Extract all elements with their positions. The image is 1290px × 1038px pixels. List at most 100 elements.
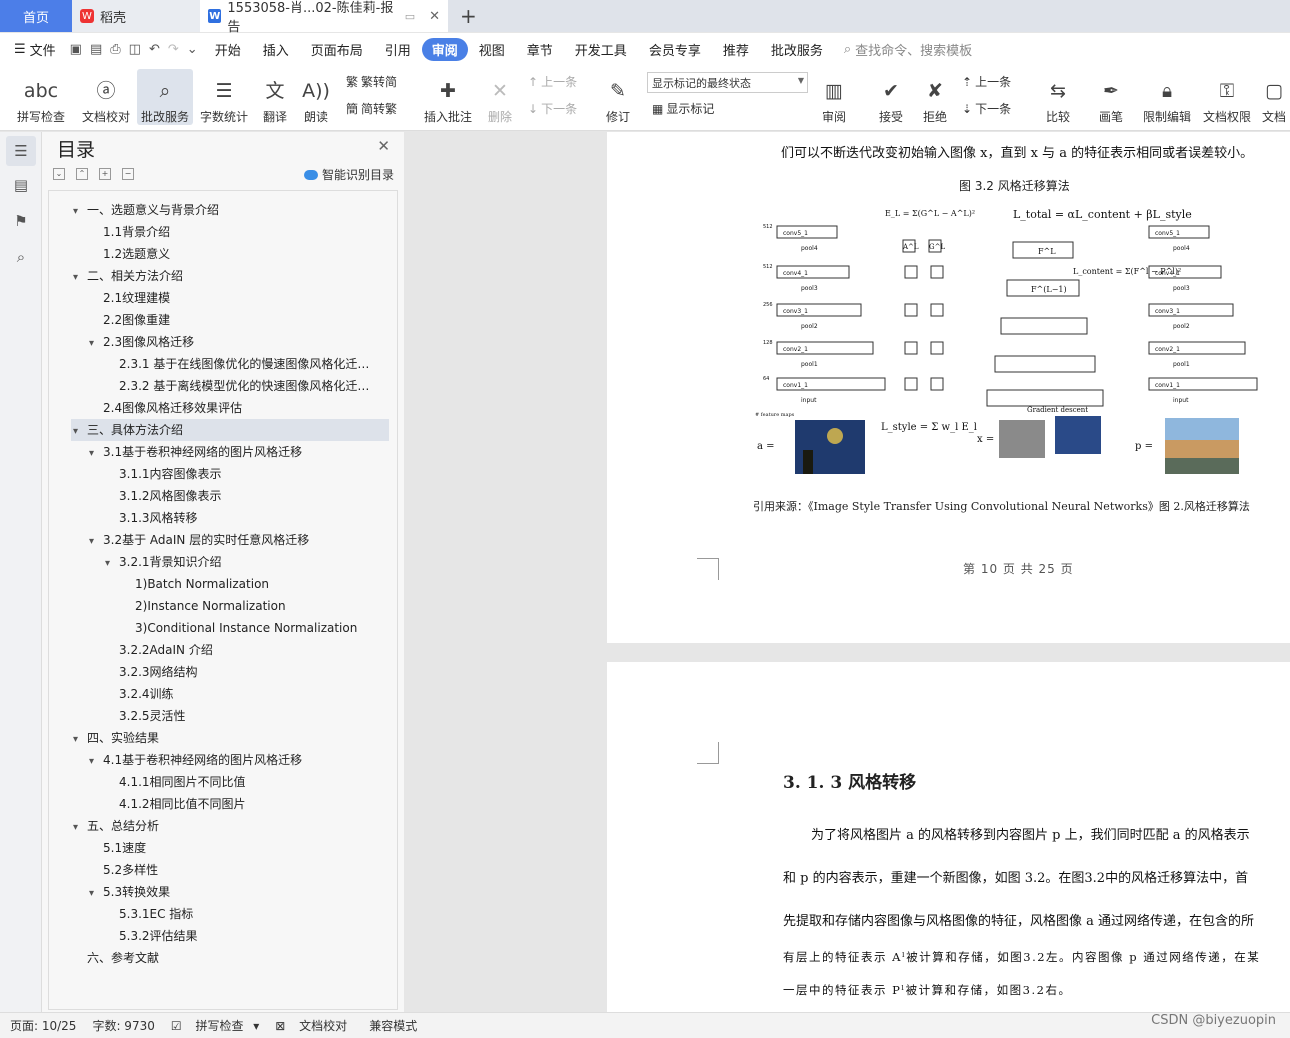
menu-correct-service[interactable]: 批改服务: [760, 38, 834, 61]
spell-check-button[interactable]: abc 拼写检查: [10, 69, 72, 125]
smart-toc-button[interactable]: 智能识别目录: [303, 166, 394, 183]
toc-item[interactable]: 1.2选题意义: [89, 243, 381, 265]
search-panel-icon[interactable]: ⌕: [11, 248, 31, 268]
chevron-down-icon[interactable]: ▾: [73, 729, 87, 749]
chevron-down-icon[interactable]: ▾: [89, 443, 103, 463]
markup-display-select[interactable]: 显示标记的最终状态 ▼: [647, 72, 808, 93]
word-count-indicator[interactable]: 字数: 9730: [92, 1017, 154, 1034]
insert-comment-button[interactable]: ✚ 插入批注: [420, 69, 476, 125]
correct-service-button[interactable]: ⌕ 批改服务: [137, 69, 193, 125]
file-menu[interactable]: ☰ 文件: [0, 40, 64, 59]
toc-item[interactable]: 5.3.2评估结果: [105, 925, 381, 947]
close-tab-icon[interactable]: ✕: [429, 9, 440, 24]
toc-item[interactable]: 2.3.2 基于离线模型优化的快速图像风格化迁移算法: [105, 375, 381, 397]
read-aloud-button[interactable]: A)) 朗读: [298, 69, 334, 125]
chevron-down-icon[interactable]: ▾: [73, 421, 87, 441]
accept-button[interactable]: ✔ 接受: [872, 69, 910, 125]
doc-more-button[interactable]: ▢ 文档: [1258, 69, 1290, 125]
show-markup-button[interactable]: ▦ 显示标记: [652, 100, 714, 117]
outline-icon[interactable]: ☰: [6, 136, 36, 166]
prev-change-button[interactable]: ⇡ 上一条: [962, 73, 1011, 90]
menu-view[interactable]: 视图: [468, 38, 516, 61]
compare-button[interactable]: ⇆ 比较: [1038, 69, 1078, 125]
review-pane-button[interactable]: ▥ 审阅: [814, 69, 854, 125]
toc-item[interactable]: 4.1.2相同比值不同图片: [105, 793, 381, 815]
command-search[interactable]: ⌕ 查找命令、搜索模板: [844, 40, 972, 59]
toc-item[interactable]: ▾ 3.2.1背景知识介绍: [105, 551, 381, 573]
tab-document[interactable]: W 1553058-肖...02-陈佳莉-报告 ▭ ✕: [200, 0, 448, 35]
preview-icon[interactable]: ◫: [129, 42, 141, 57]
simp-to-trad-button[interactable]: 簡简转繁: [346, 100, 397, 117]
toc-item[interactable]: ▾ 三、具体方法介绍: [71, 419, 389, 441]
tab-home[interactable]: 首页: [0, 0, 72, 32]
pen-button[interactable]: ✒ 画笔: [1094, 69, 1128, 125]
monitor-icon[interactable]: ▭: [405, 10, 415, 23]
toc-item[interactable]: ▾ 3.2基于 AdaIN 层的实时任意风格迁移: [89, 529, 381, 551]
collapse-all-icon[interactable]: ⌄: [53, 168, 65, 180]
expand-all-icon[interactable]: ⌃: [76, 168, 88, 180]
toc-item[interactable]: 4.1.1相同图片不同比值: [105, 771, 381, 793]
menu-chapter[interactable]: 章节: [516, 38, 564, 61]
menu-devtools[interactable]: 开发工具: [564, 38, 638, 61]
toc-item[interactable]: 2.2图像重建: [89, 309, 381, 331]
menu-layout[interactable]: 页面布局: [300, 38, 374, 61]
export-icon[interactable]: ▤: [90, 42, 102, 57]
print-icon[interactable]: ⎙: [110, 42, 120, 57]
toc-item[interactable]: 5.3.1EC 指标: [105, 903, 381, 925]
toc-item[interactable]: ▾ 2.3图像风格迁移: [89, 331, 381, 353]
spell-check-status[interactable]: ☑ 拼写检查 ▾: [171, 1017, 259, 1034]
chapter-nav-icon[interactable]: ▤: [11, 176, 31, 196]
prev-comment-button[interactable]: ↑ 上一条: [528, 73, 577, 90]
word-count-button[interactable]: ☰ 字数统计: [196, 69, 252, 125]
translate-button[interactable]: 文翻译: [256, 69, 294, 125]
save-icon[interactable]: ▣: [70, 42, 82, 57]
next-comment-button[interactable]: ↓ 下一条: [528, 100, 577, 117]
track-changes-button[interactable]: ✎ 修订: [598, 69, 638, 125]
add-heading-icon[interactable]: +: [99, 168, 111, 180]
toc-item[interactable]: 3.2.4训练: [105, 683, 381, 705]
toc-item[interactable]: 3.2.3网络结构: [105, 661, 381, 683]
close-icon[interactable]: ✕: [377, 137, 390, 155]
toc-item[interactable]: ▾ 4.1基于卷积神经网络的图片风格迁移: [89, 749, 381, 771]
chevron-down-icon[interactable]: ▾: [89, 751, 103, 771]
toc-item[interactable]: ▾ 五、总结分析: [73, 815, 381, 837]
menu-review[interactable]: 审阅: [421, 37, 468, 61]
toc-item[interactable]: ▾ 5.3转换效果: [89, 881, 381, 903]
chevron-down-icon[interactable]: ▾: [73, 817, 87, 837]
bookmark-icon[interactable]: ⚑: [11, 212, 31, 232]
undo-icon[interactable]: ↶: [149, 42, 160, 57]
toc-item[interactable]: 2)Instance Normalization: [121, 595, 381, 617]
toc-item[interactable]: 2.1纹理建模: [89, 287, 381, 309]
more-icon[interactable]: ⌄: [187, 42, 198, 57]
reject-button[interactable]: ✘ 拒绝: [916, 69, 954, 125]
toc-item[interactable]: 2.3.1 基于在线图像优化的慢速图像风格化迁移算法: [105, 353, 381, 375]
redo-icon[interactable]: ↷: [168, 42, 179, 57]
chevron-down-icon[interactable]: ▾: [73, 201, 87, 221]
delete-comment-button[interactable]: ✕ 删除: [480, 69, 520, 125]
chevron-down-icon[interactable]: ▾: [73, 267, 87, 287]
toc-item[interactable]: 3.2.5灵活性: [105, 705, 381, 727]
toc-item[interactable]: 3.2.2AdaIN 介绍: [105, 639, 381, 661]
toc-item[interactable]: ▾ 一、选题意义与背景介绍: [73, 199, 381, 221]
doc-check-button[interactable]: ⓐ 文档校对: [78, 69, 134, 125]
toc-item[interactable]: ▾ 3.1基于卷积神经网络的图片风格迁移: [89, 441, 381, 463]
doc-permission-button[interactable]: ⚿ 文档权限: [1200, 69, 1254, 125]
next-change-button[interactable]: ⇣ 下一条: [962, 100, 1011, 117]
menu-member[interactable]: 会员专享: [638, 38, 712, 61]
toc-item[interactable]: 5.1速度: [89, 837, 381, 859]
chevron-down-icon[interactable]: ▾: [89, 531, 103, 551]
toc-item[interactable]: ▾ 四、实验结果: [73, 727, 381, 749]
toc-item[interactable]: 1)Batch Normalization: [121, 573, 381, 595]
toc-item[interactable]: ▾ 二、相关方法介绍: [73, 265, 381, 287]
chevron-down-icon[interactable]: ▾: [89, 333, 103, 353]
menu-start[interactable]: 开始: [204, 38, 252, 61]
toc-item[interactable]: 六、参考文献: [73, 947, 381, 969]
menu-recommend[interactable]: 推荐: [712, 38, 760, 61]
menu-insert[interactable]: 插入: [252, 38, 300, 61]
remove-heading-icon[interactable]: −: [122, 168, 134, 180]
chevron-down-icon[interactable]: ▾: [105, 553, 119, 573]
toc-item[interactable]: 2.4图像风格迁移效果评估: [89, 397, 381, 419]
chevron-down-icon[interactable]: ▾: [89, 883, 103, 903]
doc-check-status[interactable]: ⊠ 文档校对: [275, 1017, 353, 1034]
toc-item[interactable]: 3)Conditional Instance Normalization: [121, 617, 381, 639]
